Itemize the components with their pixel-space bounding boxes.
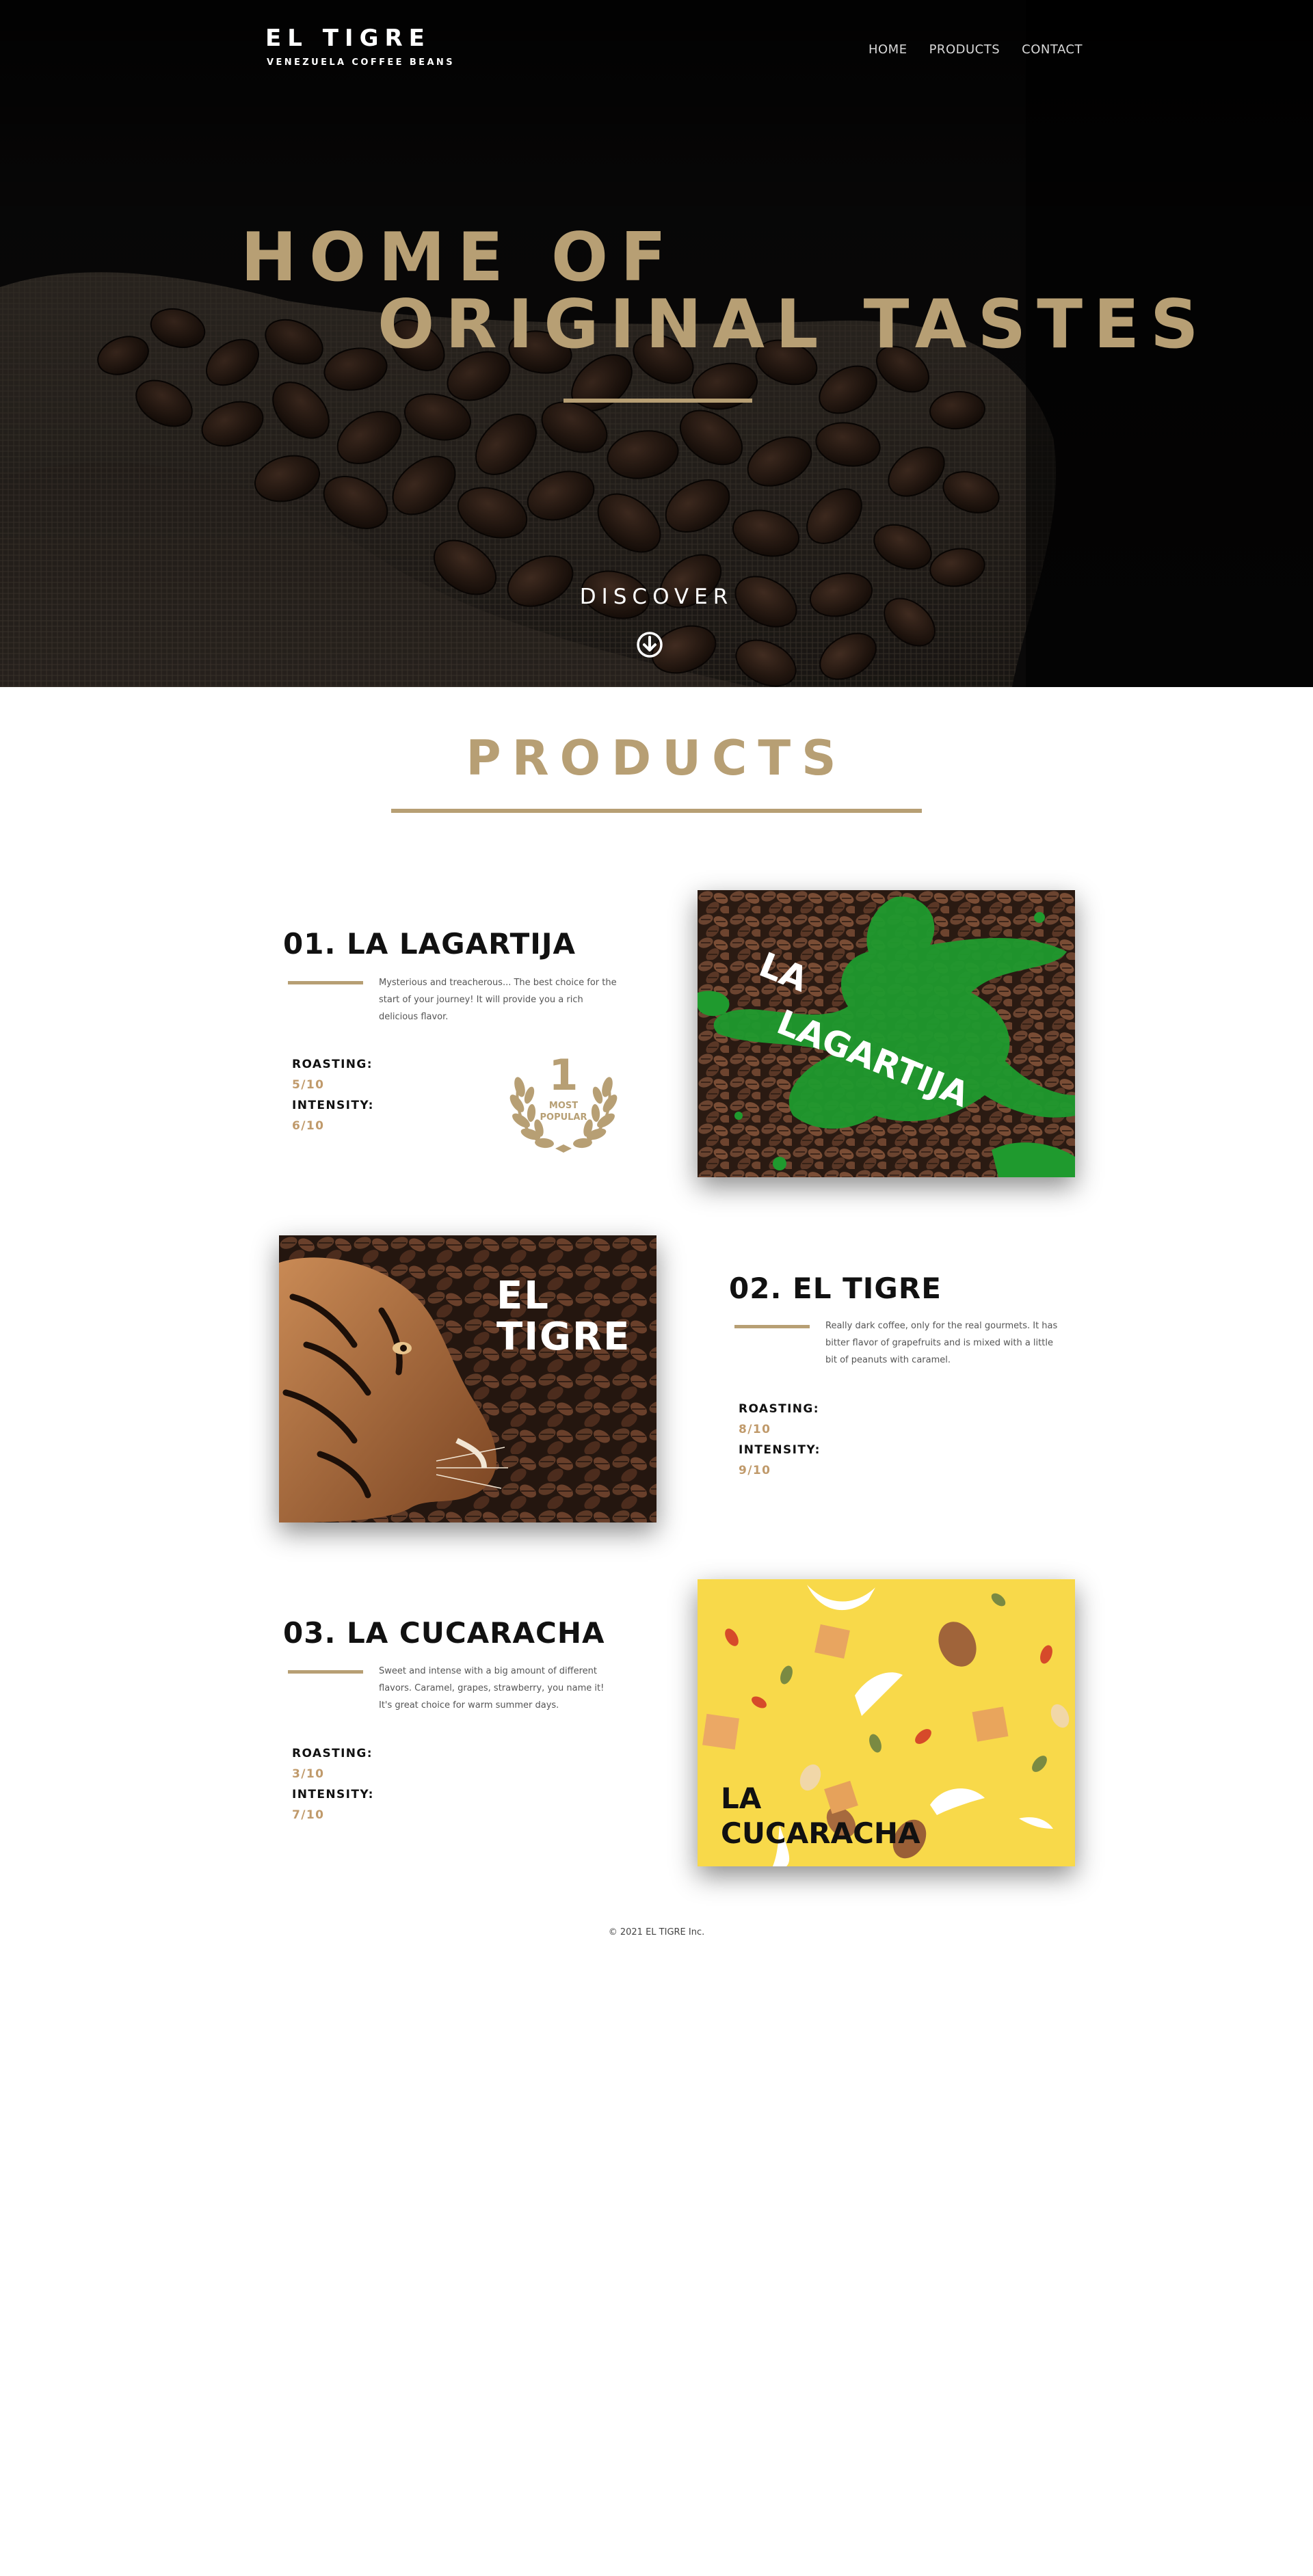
image-label-line-2: CUCARACHA xyxy=(721,1816,920,1850)
products-divider xyxy=(391,809,922,813)
roasting-stat: ROASTING: 8/10 xyxy=(739,1399,821,1440)
hero-headline-line-1: HOME OF xyxy=(241,219,679,297)
product-stats: ROASTING: 3/10 INTENSITY: 7/10 xyxy=(292,1743,374,1825)
badge-number: 1 xyxy=(548,1050,578,1100)
intensity-value: 6/10 xyxy=(292,1119,325,1133)
intensity-label: INTENSITY: xyxy=(292,1788,374,1801)
roasting-value: 5/10 xyxy=(292,1078,325,1092)
roasting-label: ROASTING: xyxy=(292,1747,373,1760)
main-nav: HOME PRODUCTS CONTACT xyxy=(868,42,1083,57)
product-image-el-tigre[interactable]: EL TIGRE xyxy=(279,1235,656,1522)
intensity-stat: INTENSITY: 6/10 xyxy=(292,1095,374,1136)
brand-subtitle: VENEZUELA COFFEE BEANS xyxy=(267,57,455,68)
product-description: Mysterious and treacherous... The best c… xyxy=(379,978,617,1022)
roasting-value: 8/10 xyxy=(739,1423,771,1436)
product-image-la-lagartija[interactable]: LA LAGARTIJA xyxy=(698,890,1075,1177)
image-label-line-1: LA xyxy=(721,1782,762,1815)
roasting-label: ROASTING: xyxy=(292,1058,373,1071)
nav-home-link[interactable]: HOME xyxy=(868,42,907,57)
image-label-line-2: TIGRE xyxy=(496,1315,631,1359)
roasting-stat: ROASTING: 3/10 xyxy=(292,1743,374,1784)
product-stats: ROASTING: 8/10 INTENSITY: 9/10 xyxy=(739,1399,821,1481)
laurel-wreath-icon: 1 MOST POPULAR xyxy=(509,1050,618,1153)
most-popular-badge: 1 MOST POPULAR xyxy=(495,1028,632,1165)
intensity-label: INTENSITY: xyxy=(739,1443,821,1457)
hero-section: EL TIGRE VENEZUELA COFFEE BEANS HOME PRO… xyxy=(0,0,1313,687)
roasting-value: 3/10 xyxy=(292,1767,325,1781)
nav-contact-link[interactable]: CONTACT xyxy=(1022,42,1083,57)
intensity-stat: INTENSITY: 9/10 xyxy=(739,1440,821,1481)
product-accent-rule xyxy=(734,1325,810,1328)
lizard-on-beans-image xyxy=(698,890,1075,1177)
product-name: 03. LA CUCARACHA xyxy=(283,1616,605,1650)
nav-products-link[interactable]: PRODUCTS xyxy=(929,42,1000,57)
badge-line-1: MOST xyxy=(549,1101,578,1111)
roasting-stat: ROASTING: 5/10 xyxy=(292,1054,374,1095)
product-image-la-cucaracha[interactable]: LA CUCARACHA xyxy=(698,1579,1075,1866)
hero-divider xyxy=(563,399,752,403)
product-name: 01. LA LAGARTIJA xyxy=(283,927,576,961)
roasting-label: ROASTING: xyxy=(739,1402,819,1416)
product-description: Sweet and intense with a big amount of d… xyxy=(379,1666,605,1710)
badge-line-2: POPULAR xyxy=(540,1112,587,1123)
tiger-on-beans-image xyxy=(279,1235,656,1522)
brand-title: EL TIGRE xyxy=(265,25,431,52)
image-label-line-1: EL xyxy=(496,1274,550,1318)
intensity-value: 7/10 xyxy=(292,1808,325,1822)
footer-copyright: © 2021 EL TIGRE Inc. xyxy=(608,1927,705,1937)
product-accent-rule xyxy=(288,1670,363,1674)
intensity-stat: INTENSITY: 7/10 xyxy=(292,1784,374,1825)
hero-headline-line-2: ORIGINAL TASTES xyxy=(377,286,1210,364)
brand-logo[interactable]: EL TIGRE VENEZUELA COFFEE BEANS xyxy=(265,25,455,68)
discover-label[interactable]: DISCOVER xyxy=(0,585,1313,609)
product-accent-rule xyxy=(288,981,363,984)
intensity-label: INTENSITY: xyxy=(292,1099,374,1112)
products-section-title: PRODUCTS xyxy=(466,730,847,786)
product-description: Really dark coffee, only for the real go… xyxy=(825,1321,1058,1365)
arrow-down-circle-icon[interactable] xyxy=(636,631,663,658)
intensity-value: 9/10 xyxy=(739,1464,771,1477)
product-name: 02. EL TIGRE xyxy=(729,1272,942,1305)
product-stats: ROASTING: 5/10 INTENSITY: 6/10 xyxy=(292,1054,374,1136)
